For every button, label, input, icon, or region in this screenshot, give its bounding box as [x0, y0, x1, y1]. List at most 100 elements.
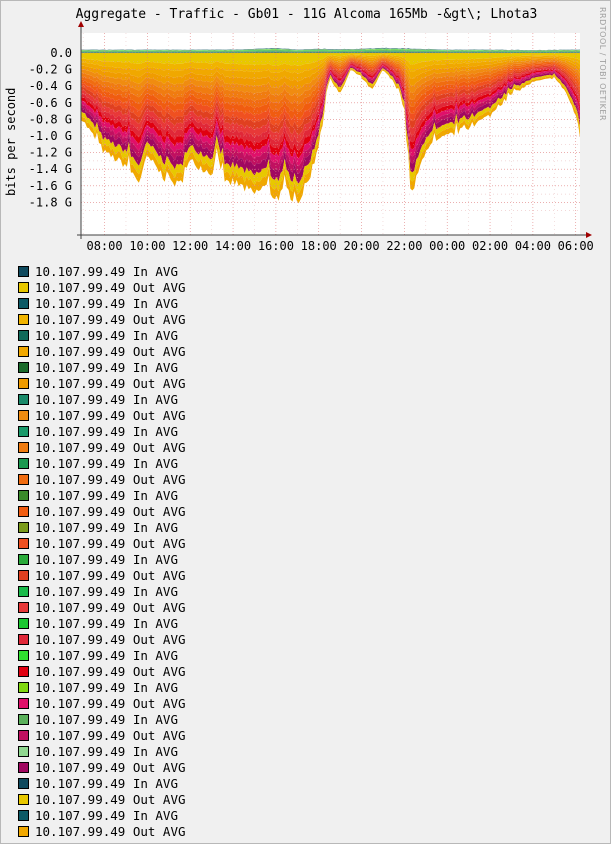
legend-swatch — [18, 649, 29, 661]
y-tick-label: -1.4 G — [29, 162, 72, 176]
legend-swatch — [18, 745, 29, 757]
legend-item: 10.107.99.49 In AVG — [18, 583, 186, 599]
legend-label: 10.107.99.49 Out AVG — [35, 631, 186, 647]
legend-item: 10.107.99.49 Out AVG — [18, 503, 186, 519]
legend-label: 10.107.99.49 In AVG — [35, 679, 178, 695]
legend-swatch — [18, 313, 29, 325]
legend-item: 10.107.99.49 In AVG — [18, 391, 186, 407]
legend-item: 10.107.99.49 In AVG — [18, 615, 186, 631]
legend-label: 10.107.99.49 Out AVG — [35, 471, 186, 487]
legend-label: 10.107.99.49 In AVG — [35, 615, 178, 631]
legend-item: 10.107.99.49 Out AVG — [18, 631, 186, 647]
legend: 10.107.99.49 In AVG 10.107.99.49 Out AVG 1… — [18, 263, 186, 839]
legend-label: 10.107.99.49 In AVG — [35, 359, 178, 375]
x-tick-label: 18:00 — [301, 239, 337, 253]
legend-swatch — [18, 265, 29, 277]
legend-label: 10.107.99.49 Out AVG — [35, 503, 186, 519]
legend-label: 10.107.99.49 Out AVG — [35, 279, 186, 295]
legend-label: 10.107.99.49 Out AVG — [35, 439, 186, 455]
legend-item: 10.107.99.49 In AVG — [18, 295, 186, 311]
legend-item: 10.107.99.49 In AVG — [18, 679, 186, 695]
legend-swatch — [18, 729, 29, 741]
legend-swatch — [18, 601, 29, 613]
legend-item: 10.107.99.49 In AVG — [18, 327, 186, 343]
legend-swatch — [18, 537, 29, 549]
y-tick-label: -0.4 G — [29, 79, 72, 93]
legend-label: 10.107.99.49 Out AVG — [35, 567, 186, 583]
legend-item: 10.107.99.49 In AVG — [18, 551, 186, 567]
legend-item: 10.107.99.49 Out AVG — [18, 343, 186, 359]
legend-swatch — [18, 793, 29, 805]
legend-label: 10.107.99.49 Out AVG — [35, 663, 186, 679]
legend-swatch — [18, 489, 29, 501]
legend-label: 10.107.99.49 Out AVG — [35, 791, 186, 807]
legend-item: 10.107.99.49 In AVG — [18, 775, 186, 791]
legend-swatch — [18, 441, 29, 453]
legend-item: 10.107.99.49 Out AVG — [18, 439, 186, 455]
legend-item: 10.107.99.49 In AVG — [18, 423, 186, 439]
legend-item: 10.107.99.49 Out AVG — [18, 791, 186, 807]
y-axis-arrow — [78, 21, 84, 27]
y-tick-label: -0.8 G — [29, 112, 72, 126]
legend-swatch — [18, 617, 29, 629]
legend-item: 10.107.99.49 Out AVG — [18, 471, 186, 487]
x-tick-label: 22:00 — [386, 239, 422, 253]
legend-item: 10.107.99.49 In AVG — [18, 455, 186, 471]
plot-svg: 0.0 -0.2 G -0.4 G -0.6 G -0.8 G -1.0 G -1.2 G -… — [29, 21, 594, 253]
legend-label: 10.107.99.49 Out AVG — [35, 727, 186, 743]
y-tick-label: -1.0 G — [29, 129, 72, 143]
legend-label: 10.107.99.49 Out AVG — [35, 759, 186, 775]
x-tick-label: 02:00 — [472, 239, 508, 253]
legend-swatch — [18, 377, 29, 389]
legend-label: 10.107.99.49 In AVG — [35, 743, 178, 759]
y-tick-label: -1.8 G — [29, 195, 72, 209]
legend-label: 10.107.99.49 Out AVG — [35, 535, 186, 551]
legend-swatch — [18, 329, 29, 341]
legend-label: 10.107.99.49 Out AVG — [35, 311, 186, 327]
legend-label: 10.107.99.49 In AVG — [35, 455, 178, 471]
legend-swatch — [18, 505, 29, 517]
legend-item: 10.107.99.49 In AVG — [18, 743, 186, 759]
legend-swatch — [18, 361, 29, 373]
legend-swatch — [18, 825, 29, 837]
x-tick-label: 00:00 — [429, 239, 465, 253]
legend-swatch — [18, 681, 29, 693]
y-tick-label: -0.2 G — [29, 63, 72, 77]
legend-swatch — [18, 457, 29, 469]
legend-item: 10.107.99.49 In AVG — [18, 647, 186, 663]
legend-item: 10.107.99.49 In AVG — [18, 519, 186, 535]
x-tick-label: 04:00 — [515, 239, 551, 253]
legend-label: 10.107.99.49 In AVG — [35, 711, 178, 727]
y-tick-label: -0.6 G — [29, 96, 72, 110]
legend-label: 10.107.99.49 In AVG — [35, 327, 178, 343]
legend-swatch — [18, 697, 29, 709]
legend-label: 10.107.99.49 In AVG — [35, 583, 178, 599]
legend-swatch — [18, 297, 29, 309]
legend-swatch — [18, 761, 29, 773]
legend-item: 10.107.99.49 Out AVG — [18, 695, 186, 711]
x-tick-label: 16:00 — [258, 239, 294, 253]
y-tick-label: 0.0 — [50, 46, 72, 60]
legend-label: 10.107.99.49 In AVG — [35, 487, 178, 503]
legend-item: 10.107.99.49 In AVG — [18, 487, 186, 503]
legend-swatch — [18, 713, 29, 725]
legend-swatch — [18, 409, 29, 421]
legend-swatch — [18, 665, 29, 677]
legend-item: 10.107.99.49 Out AVG — [18, 279, 186, 295]
legend-swatch — [18, 345, 29, 357]
x-tick-label: 08:00 — [86, 239, 122, 253]
legend-item: 10.107.99.49 In AVG — [18, 711, 186, 727]
x-tick-label: 14:00 — [215, 239, 251, 253]
legend-swatch — [18, 777, 29, 789]
legend-label: 10.107.99.49 In AVG — [35, 295, 178, 311]
legend-swatch — [18, 281, 29, 293]
legend-item: 10.107.99.49 In AVG — [18, 807, 186, 823]
x-axis-arrow — [586, 232, 592, 238]
legend-label: 10.107.99.49 In AVG — [35, 807, 178, 823]
legend-item: 10.107.99.49 Out AVG — [18, 663, 186, 679]
legend-label: 10.107.99.49 Out AVG — [35, 599, 186, 615]
legend-item: 10.107.99.49 Out AVG — [18, 535, 186, 551]
legend-label: 10.107.99.49 In AVG — [35, 551, 178, 567]
y-tick-label: -1.2 G — [29, 146, 72, 160]
legend-label: 10.107.99.49 Out AVG — [35, 343, 186, 359]
